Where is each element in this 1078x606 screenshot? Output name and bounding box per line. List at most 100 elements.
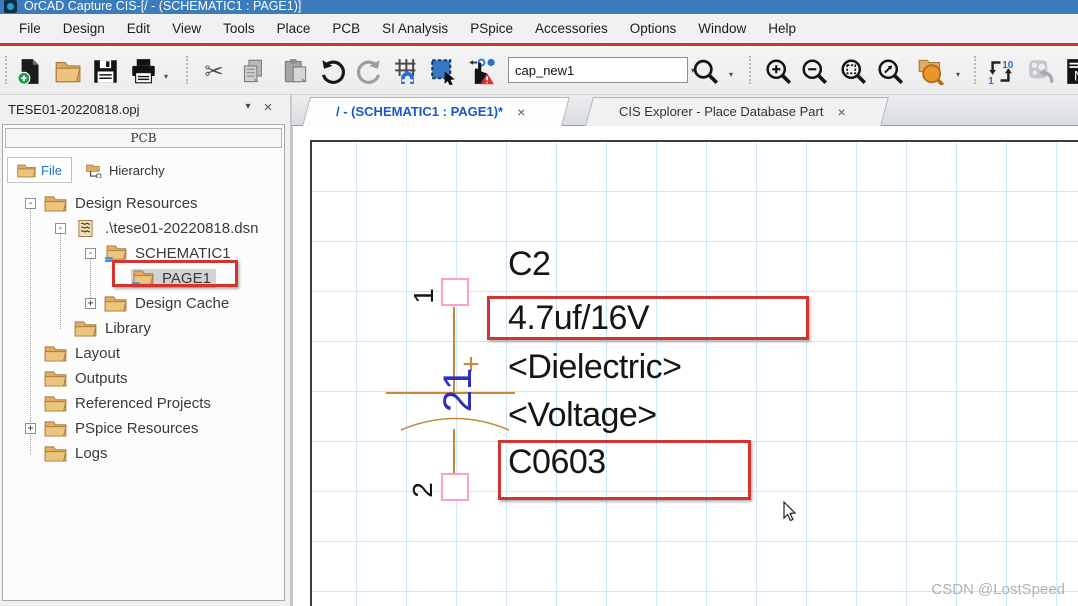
menu-bar: File Design Edit View Tools Place PCB SI… xyxy=(0,14,1078,46)
schematic-page[interactable] xyxy=(310,140,1078,606)
rectangle-select-button[interactable] xyxy=(427,55,459,87)
zoom-in-icon xyxy=(765,58,792,85)
tab-file[interactable]: File xyxy=(7,157,72,183)
tree-item-label: PSpice Resources xyxy=(75,420,198,437)
folder-icon xyxy=(44,195,67,212)
part-search-button[interactable] xyxy=(914,55,946,87)
page-folder-icon xyxy=(131,270,154,287)
search-button[interactable] xyxy=(689,55,721,87)
tree-item-pspice-resources[interactable]: + PSpice Resources xyxy=(5,416,282,441)
tree-item-referenced-projects[interactable]: Referenced Projects xyxy=(5,391,282,416)
tree-item-library[interactable]: Library xyxy=(5,316,282,341)
panel-close-icon[interactable]: × xyxy=(260,99,276,116)
folder-icon xyxy=(17,163,36,178)
open-folder-icon xyxy=(54,58,81,85)
print-button[interactable] xyxy=(127,55,159,87)
tree-item-label: Design Cache xyxy=(135,295,229,312)
menu-tools[interactable]: Tools xyxy=(212,17,266,40)
footprint-label[interactable]: C0603 xyxy=(508,444,606,480)
search-dropdown-arrow[interactable]: ▾ xyxy=(729,70,733,79)
menu-pspice[interactable]: PSpice xyxy=(459,17,524,40)
pin2-terminal[interactable] xyxy=(441,473,469,501)
tree-item-layout[interactable]: Layout xyxy=(5,341,282,366)
folder-icon xyxy=(44,445,67,462)
pin1-terminal[interactable] xyxy=(441,278,469,306)
watermark: CSDN @LostSpeed xyxy=(931,581,1065,598)
menu-accessories[interactable]: Accessories xyxy=(524,17,619,40)
tree-expander[interactable]: + xyxy=(25,423,36,434)
copy-button[interactable] xyxy=(237,55,269,87)
menu-help[interactable]: Help xyxy=(757,17,807,40)
mouse-cursor xyxy=(783,501,800,523)
menu-options[interactable]: Options xyxy=(619,17,688,40)
tab-schematic-page1[interactable]: / - (SCHEMATIC1 : PAGE1)* × xyxy=(306,97,566,126)
menu-pcb[interactable]: PCB xyxy=(321,17,371,40)
tree-item-logs[interactable]: Logs xyxy=(5,441,282,466)
menu-file[interactable]: File xyxy=(8,17,52,40)
tab-cis-explorer-label: CIS Explorer - Place Database Part xyxy=(619,104,823,119)
print-icon xyxy=(130,58,157,85)
voltage-label[interactable]: <Voltage> xyxy=(508,397,657,433)
tree-item-label: Referenced Projects xyxy=(75,395,211,412)
tree-item-dsn-file[interactable]: - .\tese01-20220818.dsn xyxy=(5,216,282,241)
part-search-dropdown-arrow[interactable]: ▾ xyxy=(956,70,960,79)
tab-schematic-page1-label: / - (SCHEMATIC1 : PAGE1)* xyxy=(336,104,503,119)
new-document-button[interactable] xyxy=(13,55,45,87)
open-button[interactable] xyxy=(51,55,83,87)
copy-icon xyxy=(240,58,267,85)
zoom-area-button[interactable] xyxy=(874,55,906,87)
selected-highlight: PAGE1 xyxy=(131,269,216,288)
dielectric-label[interactable]: <Dielectric> xyxy=(508,349,682,385)
pin2-wire[interactable] xyxy=(453,429,455,474)
orcad-capture-window: OrCAD Capture CIS-[/ - (SCHEMATIC1 : PAG… xyxy=(0,0,1078,606)
close-icon[interactable]: × xyxy=(837,104,845,120)
save-button[interactable] xyxy=(89,55,121,87)
tree-item-design-resources[interactable]: - Design Resources xyxy=(5,191,282,216)
tree-expander[interactable]: - xyxy=(55,223,66,234)
paste-button[interactable] xyxy=(279,55,311,87)
tab-cis-explorer[interactable]: CIS Explorer - Place Database Part × xyxy=(589,97,885,126)
tree-expander[interactable]: - xyxy=(85,248,96,259)
menu-design[interactable]: Design xyxy=(52,17,116,40)
reference-designator-label[interactable]: C2 xyxy=(508,246,550,282)
pin1-number: 1 xyxy=(408,280,440,312)
close-icon[interactable]: × xyxy=(517,104,525,120)
tree-expander[interactable]: + xyxy=(85,298,96,309)
panel-menu-caret-icon[interactable]: ▾ xyxy=(240,101,256,112)
design-rules-check-button[interactable] xyxy=(465,55,497,87)
value-label[interactable]: 4.7uf/16V xyxy=(508,300,649,336)
part-combobox[interactable]: ▾ xyxy=(508,57,688,83)
tree-item-page1[interactable]: PAGE1 xyxy=(5,266,282,291)
schematic-canvas[interactable]: 1 2 + 21 C2 4.7uf/16V <Dielectric> <Volt… xyxy=(292,126,1078,606)
menu-place[interactable]: Place xyxy=(266,17,322,40)
tree-expander[interactable]: - xyxy=(25,198,36,209)
menu-view[interactable]: View xyxy=(161,17,212,40)
zoom-fit-button[interactable] xyxy=(837,55,869,87)
print-dropdown-arrow[interactable]: ▾ xyxy=(164,72,168,81)
undo-button[interactable] xyxy=(316,55,348,87)
tree-item-design-cache[interactable]: + Design Cache xyxy=(5,291,282,316)
tree-item-schematic1[interactable]: - SCHEMATIC1 xyxy=(5,241,282,266)
menu-window[interactable]: Window xyxy=(687,17,757,40)
cut-button[interactable]: ✂ xyxy=(198,55,230,87)
snap-to-grid-button[interactable] xyxy=(391,55,423,87)
tree-item-outputs[interactable]: Outputs xyxy=(5,366,282,391)
tree-item-label: SCHEMATIC1 xyxy=(135,245,231,262)
part-combobox-input[interactable] xyxy=(509,63,691,78)
tree-item-label: Design Resources xyxy=(75,195,198,212)
tree-item-label: Layout xyxy=(75,345,120,362)
snap-to-grid-icon xyxy=(394,58,421,85)
annotate-button[interactable]: 10 1 xyxy=(984,55,1016,87)
menu-edit[interactable]: Edit xyxy=(116,17,161,40)
zoom-in-button[interactable] xyxy=(762,55,794,87)
folder-icon xyxy=(104,295,127,312)
netlist-button[interactable]: N xyxy=(1062,55,1078,87)
redo-button[interactable] xyxy=(353,55,385,87)
zoom-out-button[interactable] xyxy=(798,55,830,87)
project-panel-tabs: File Hierarchy xyxy=(7,156,174,183)
back-annotate-button[interactable] xyxy=(1024,55,1056,87)
menu-si-analysis[interactable]: SI Analysis xyxy=(371,17,459,40)
canvas-area: / - (SCHEMATIC1 : PAGE1)* × CIS Explorer… xyxy=(292,95,1078,606)
back-annotate-icon xyxy=(1027,58,1054,85)
tab-hierarchy[interactable]: Hierarchy xyxy=(76,157,174,183)
